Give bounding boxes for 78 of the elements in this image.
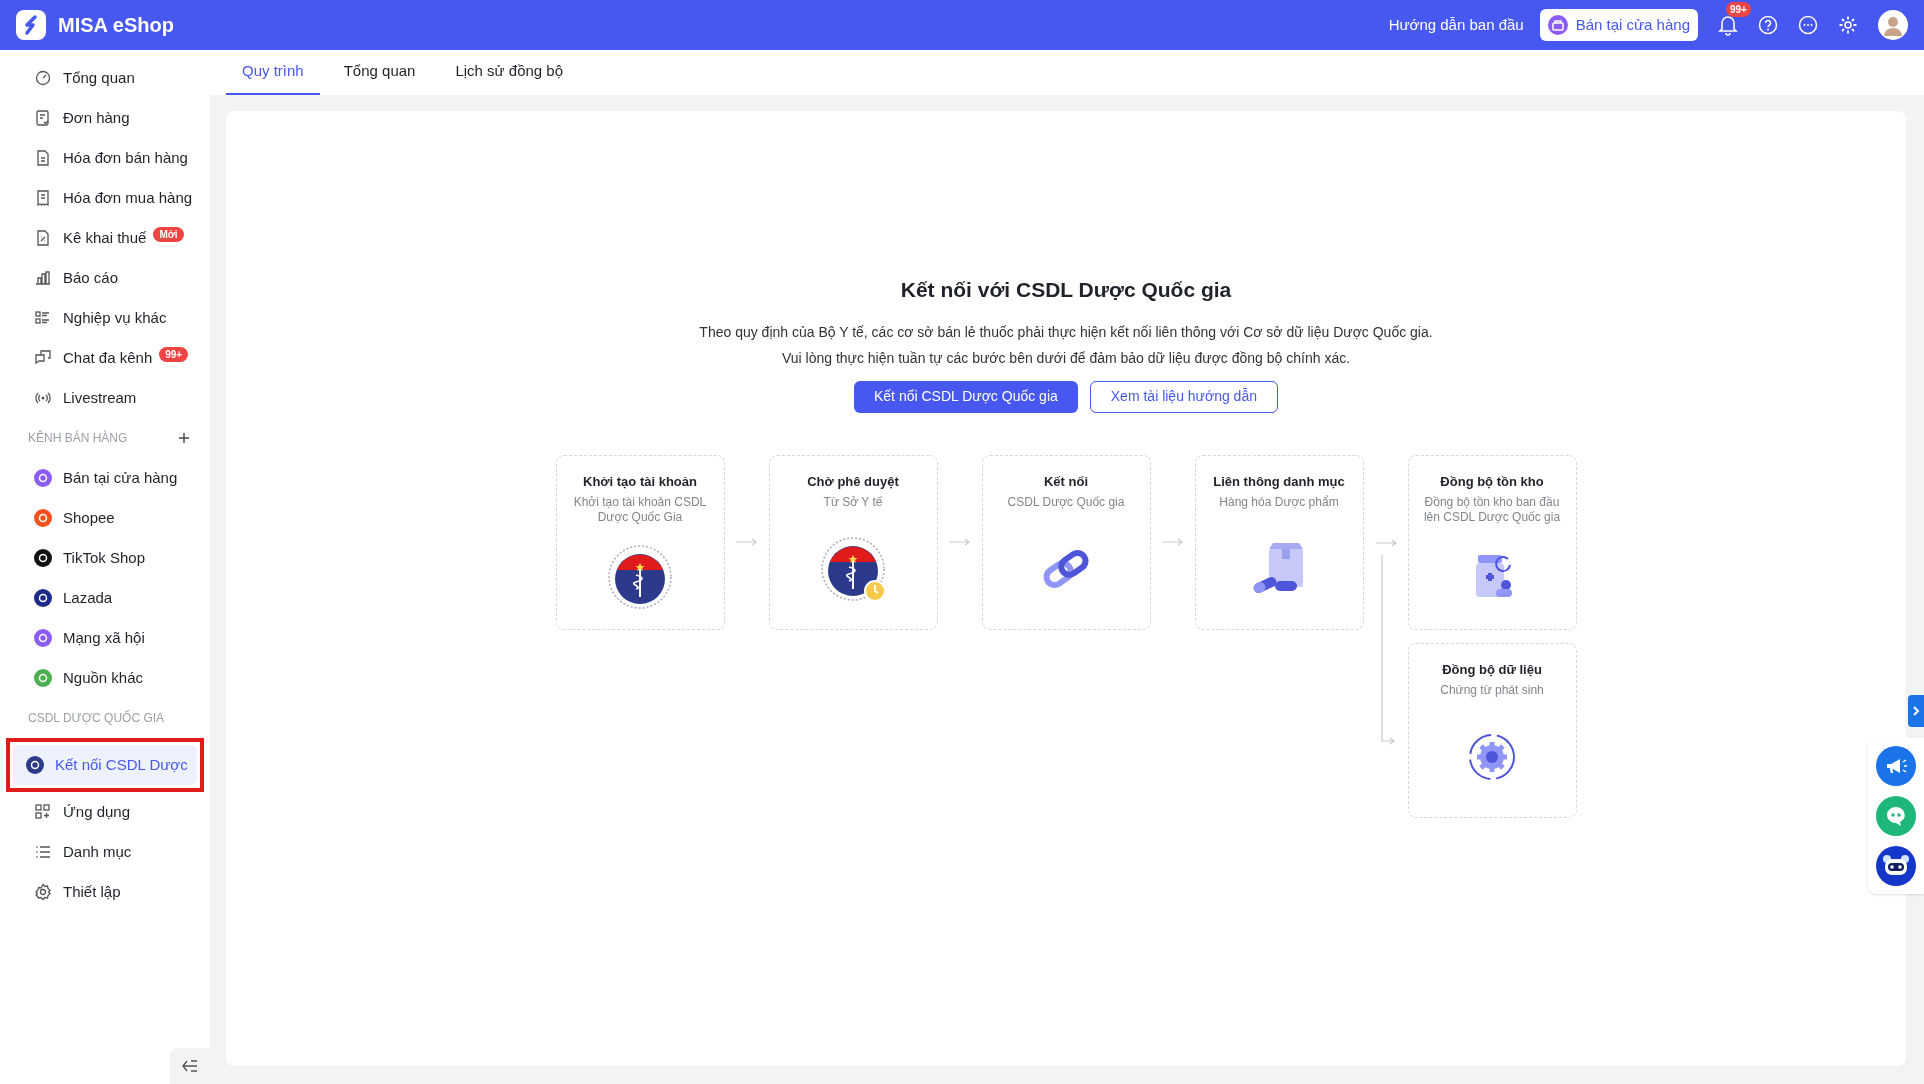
medical-emblem-clock-icon (819, 535, 887, 604)
step-subtitle: Chứng từ phát sinh (1440, 683, 1544, 698)
arrow-icon (948, 538, 971, 546)
sidebar-item[interactable]: Kết nối CSDL Dược (13, 745, 197, 785)
section-heading: CSDL DƯỢC QUỐC GIA (28, 709, 165, 727)
expand-panel-button[interactable] (1908, 695, 1924, 727)
sidebar-item[interactable]: Mạng xã hội (8, 618, 202, 658)
sidebar-item[interactable]: Báo cáo (8, 258, 202, 298)
step-title: Chờ phê duyệt (807, 472, 899, 491)
description-text: Theo quy định của Bộ Y tế, các cơ sở bán lẻ thuốc phải thực hiện kết nối liên thông với Cơ sở dữ liệu Dược Quốc gia. (699, 322, 1433, 342)
sidebar-item[interactable]: Lazada (8, 578, 202, 618)
tax-icon (34, 229, 52, 247)
sidebar-item[interactable]: Shopee (8, 498, 202, 538)
sidebar-item[interactable]: Kê khai thuế Mới (8, 218, 202, 258)
step-title: Đồng bộ tồn kho (1440, 472, 1544, 491)
step-subtitle: CSDL Dược Quốc gia (1007, 495, 1125, 510)
step-title: Khởi tạo tài khoản (583, 472, 697, 491)
tab[interactable]: Quy trình (226, 50, 320, 95)
chat-icon[interactable] (1798, 15, 1818, 35)
step-subtitle: Khởi tạo tài khoản CSDL Dược Quốc Gia (572, 495, 708, 525)
avatar[interactable] (1878, 10, 1908, 40)
chat-icon (34, 349, 52, 367)
arrow-icon (1161, 538, 1184, 546)
guide-document-button[interactable]: Xem tài liệu hướng dẫn (1089, 380, 1278, 413)
robot-assistant-button-icon[interactable] (1876, 846, 1916, 886)
sidebar-item[interactable]: Ứng dụng (8, 792, 202, 832)
sidebar-item[interactable]: Đơn hàng (8, 98, 202, 138)
add-channel-icon[interactable] (178, 432, 190, 444)
chevron-right-icon (1912, 705, 1920, 717)
section-heading: KÊNH BÁN HÀNG (28, 429, 128, 447)
settings-icon (34, 883, 52, 901)
badge: Mới (153, 226, 184, 242)
sidebar-item[interactable]: Thiết lập (8, 872, 202, 912)
help-icon[interactable] (1758, 15, 1778, 35)
step-title: Kết nối (1043, 472, 1089, 491)
sidebar-item[interactable]: Danh mục (8, 832, 202, 872)
collapse-sidebar-button[interactable] (170, 1048, 210, 1084)
sidebar-item[interactable]: Livestream (8, 378, 202, 418)
medical-emblem-icon (606, 542, 674, 611)
logo-icon (16, 10, 46, 40)
badge: 99+ (159, 346, 189, 362)
sidebar-item[interactable]: TikTok Shop (8, 538, 202, 578)
collapse-icon (181, 1059, 199, 1073)
step-subtitle: Hàng hóa Dược phẩm (1219, 495, 1339, 510)
description-text: Vui lòng thực hiện tuần tự các bước bên dưới để đảm bảo dữ liệu được đồng bộ chính xác. (781, 348, 1351, 368)
tab[interactable]: Lịch sử đồng bộ (439, 50, 580, 95)
sidebar-item[interactable]: Bán tại cửa hàng (8, 458, 202, 498)
chart-icon (34, 269, 52, 287)
chat-bot-button-icon[interactable] (1876, 796, 1916, 836)
doc-icon (34, 149, 52, 167)
sidebar-item[interactable]: Tổng quan (8, 58, 202, 98)
notification-badge: 99+ (1726, 2, 1751, 17)
store-icon (1547, 15, 1568, 35)
sidebar-item[interactable]: Chat đa kênh 99+ (8, 338, 202, 378)
megaphone-button-icon[interactable] (1876, 746, 1916, 786)
sidebar-item[interactable]: Hóa đơn bán hàng (8, 138, 202, 178)
apps-icon (34, 803, 52, 821)
tab[interactable]: Tổng quan (327, 50, 432, 95)
connect-button[interactable]: Kết nối CSDL Dược Quốc gia (854, 380, 1078, 413)
step-subtitle: Từ Sở Y tế (823, 495, 883, 510)
sidebar-item[interactable]: Nghiệp vụ khác (8, 298, 202, 338)
settings-icon[interactable] (1838, 15, 1858, 35)
guide-link[interactable]: Hướng dẫn ban đầu (1388, 13, 1524, 37)
gauge-icon (34, 69, 52, 87)
notification-bell-icon[interactable] (1718, 14, 1738, 36)
step-title: Liên thông danh mục (1213, 472, 1345, 491)
arrow-icon (735, 538, 758, 546)
step-subtitle: Đồng bộ tồn kho ban đầu lên CSDL Dược Quốc gia (1422, 495, 1562, 525)
sidebar-item[interactable]: Nguồn khác (8, 658, 202, 698)
order-icon (34, 109, 52, 127)
menu-icon (34, 843, 52, 861)
app-name: MISA eShop (58, 13, 174, 38)
step-title: Đồng bộ dữ liệu (1442, 660, 1542, 679)
receipt-icon (34, 189, 52, 207)
page-title: Kết nối với CSDL Dược Quốc gia (900, 277, 1232, 303)
sidebar-item[interactable]: Hóa đơn mua hàng (8, 178, 202, 218)
store-button[interactable]: Bán tại cửa hàng (1539, 9, 1698, 41)
list-icon (34, 309, 52, 327)
